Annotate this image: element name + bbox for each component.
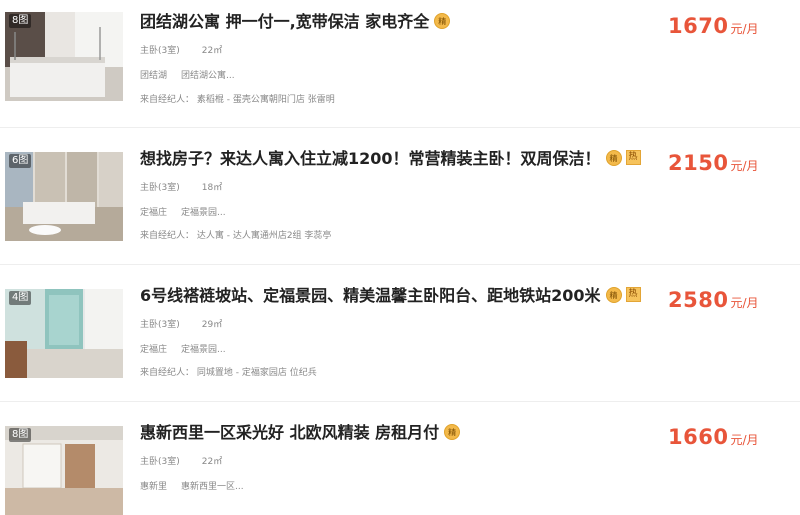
room-type: 主卧(3室) (140, 320, 180, 330)
hot-badge-icon: 热 (625, 150, 641, 165)
listing-photo[interactable]: 8图 (5, 12, 123, 101)
room-area: 18㎡ (201, 183, 223, 193)
listing-list: 8图 团结湖公寓 押一付一,宽带保洁 家电齐全精 主卧(3室) 22㎡ 团结湖 团结… (0, 0, 800, 515)
quality-badge-icon: 精 (444, 423, 461, 440)
price-value: 1660 (668, 425, 729, 449)
listing-title[interactable]: 惠新西里一区采光好 北欧风精装 房租月付精 (140, 422, 461, 444)
list-item[interactable]: 8图 团结湖公寓 押一付一,宽带保洁 家电齐全精 主卧(3室) 22㎡ 团结湖 团结… (0, 0, 800, 128)
quality-badge-icon: 精 (605, 286, 622, 303)
photo-count: 6图 (9, 154, 32, 168)
room-info: 主卧(3室) 29㎡ (140, 317, 222, 330)
room-area: 22㎡ (201, 457, 223, 467)
listing-photo[interactable]: 6图 (5, 152, 123, 241)
district-link[interactable]: 定福庄 (140, 208, 167, 218)
quality-badge-icon: 精 (434, 12, 451, 29)
location-info: 惠新里 惠新西里一区... (140, 479, 244, 492)
listing-title[interactable]: 团结湖公寓 押一付一,宽带保洁 家电齐全精 (140, 11, 451, 33)
community-link[interactable]: 定福景园... (181, 345, 226, 355)
agent-source: 来自经纪人： 达人寓 - 达人寓通州店2组 李蕊亭 (140, 231, 332, 241)
list-item[interactable]: 8图 惠新西里一区采光好 北欧风精装 房租月付精 主卧(3室) 22㎡ 惠新里 惠新… (0, 402, 800, 515)
listing-title[interactable]: 6号线褡裢坡站、定福景园、精美温馨主卧阳台、距地铁站200米精热 (140, 285, 641, 307)
location-info: 定福庄 定福景园... (140, 342, 226, 355)
room-type: 主卧(3室) (140, 457, 180, 467)
list-item[interactable]: 6图 想找房子？来达人寓入住立减1200！常营精装主卧！双周保洁！精热 主卧(3… (0, 128, 800, 265)
price: 2150 元/月 (668, 151, 759, 175)
district-link[interactable]: 惠新里 (140, 482, 167, 492)
listing-photo[interactable]: 4图 (5, 289, 123, 378)
hot-badge-icon: 热 (625, 287, 641, 302)
room-area: 22㎡ (201, 46, 223, 56)
room-info: 主卧(3室) 22㎡ (140, 454, 222, 467)
agent-source: 来自经纪人： 同城置地 - 定福家园店 位纪兵 (140, 368, 317, 378)
room-type: 主卧(3室) (140, 46, 180, 56)
agent-source: 来自经纪人： 素稻棍 - 蛋壳公寓朝阳门店 张雷明 (140, 95, 335, 105)
location-info: 团结湖 团结湖公寓... (140, 68, 235, 81)
listing-title-text[interactable]: 6号线褡裢坡站、定福景园、精美温馨主卧阳台、距地铁站200米 (140, 286, 601, 305)
price: 1670 元/月 (668, 14, 759, 38)
price-unit: 元/月 (730, 22, 759, 36)
listing-title-text[interactable]: 团结湖公寓 押一付一,宽带保洁 家电齐全 (140, 12, 429, 31)
listing-title-text[interactable]: 惠新西里一区采光好 北欧风精装 房租月付 (140, 423, 439, 442)
quality-badge-icon: 精 (605, 149, 622, 166)
list-item[interactable]: 4图 6号线褡裢坡站、定福景园、精美温馨主卧阳台、距地铁站200米精热 主卧(3… (0, 265, 800, 402)
community-link[interactable]: 团结湖公寓... (181, 71, 235, 81)
listing-title-text[interactable]: 想找房子？来达人寓入住立减1200！常营精装主卧！双周保洁！ (140, 149, 601, 168)
room-info: 主卧(3室) 18㎡ (140, 180, 222, 193)
room-area: 29㎡ (201, 320, 223, 330)
community-link[interactable]: 定福景园... (181, 208, 226, 218)
photo-count: 4图 (9, 291, 32, 305)
listing-title[interactable]: 想找房子？来达人寓入住立减1200！常营精装主卧！双周保洁！精热 (140, 148, 641, 170)
location-info: 定福庄 定福景园... (140, 205, 226, 218)
listing-photo[interactable]: 8图 (5, 426, 123, 515)
price: 2580 元/月 (668, 288, 759, 312)
district-link[interactable]: 定福庄 (140, 345, 167, 355)
photo-count: 8图 (9, 14, 32, 28)
price-value: 1670 (668, 14, 729, 38)
community-link[interactable]: 惠新西里一区... (181, 482, 244, 492)
price-unit: 元/月 (730, 159, 759, 173)
photo-count: 8图 (9, 428, 32, 442)
room-type: 主卧(3室) (140, 183, 180, 193)
district-link[interactable]: 团结湖 (140, 71, 167, 81)
price: 1660 元/月 (668, 425, 759, 449)
price-value: 2150 (668, 151, 729, 175)
price-value: 2580 (668, 288, 729, 312)
price-unit: 元/月 (730, 296, 759, 310)
price-unit: 元/月 (730, 433, 759, 447)
room-info: 主卧(3室) 22㎡ (140, 43, 222, 56)
